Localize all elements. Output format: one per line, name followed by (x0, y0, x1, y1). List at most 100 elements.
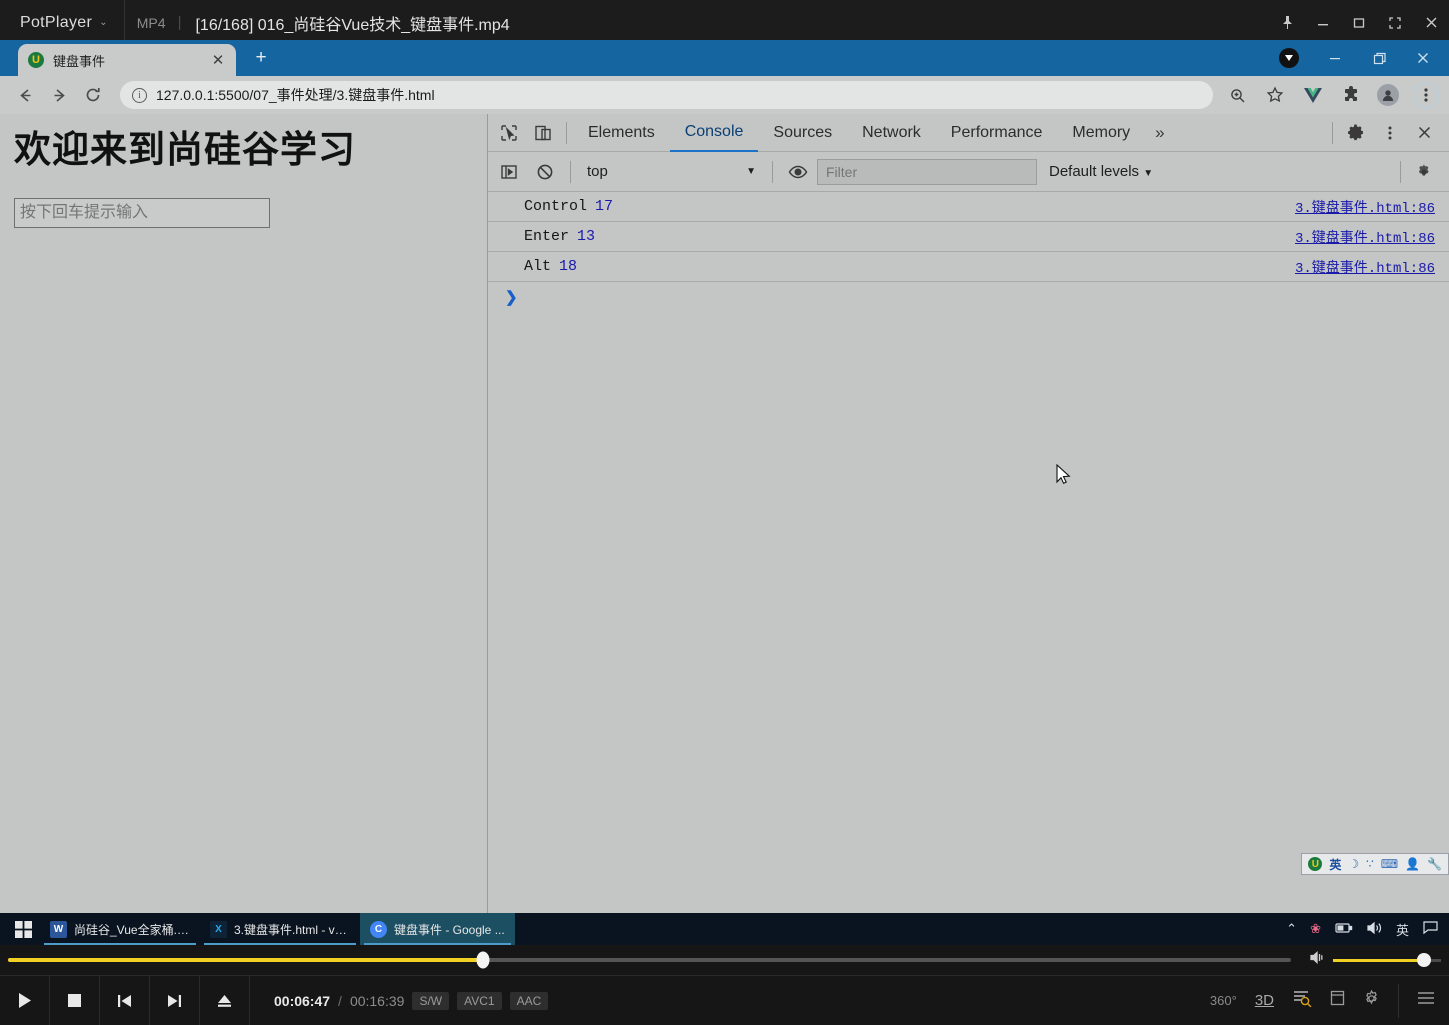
console-log-row[interactable]: Control 17 3.键盘事件.html:86 (488, 192, 1449, 222)
device-toolbar-icon[interactable] (526, 117, 560, 149)
play-icon[interactable] (0, 975, 50, 1025)
chrome-window-controls (1279, 40, 1449, 76)
controls-divider (1398, 983, 1399, 1018)
fullscreen-icon[interactable] (1377, 0, 1413, 46)
url-text: 127.0.0.1:5500/07_事件处理/3.键盘事件.html (156, 87, 435, 103)
next-icon[interactable] (150, 975, 200, 1025)
time-separator: / (338, 992, 342, 1009)
stop-icon[interactable] (50, 975, 100, 1025)
punctuation-icon[interactable]: ∵ (1366, 857, 1374, 871)
seek-handle[interactable] (476, 951, 490, 969)
user-icon[interactable]: 👤 (1405, 857, 1420, 871)
sakura-icon[interactable]: ❀ (1310, 921, 1321, 937)
bookmark-star-icon[interactable] (1263, 83, 1287, 107)
extensions-icon[interactable] (1339, 83, 1363, 107)
reload-button[interactable] (78, 80, 108, 110)
more-tabs-icon[interactable]: » (1145, 123, 1174, 143)
previous-icon[interactable] (100, 975, 150, 1025)
volume-icon[interactable] (1309, 950, 1327, 970)
restore-window-icon[interactable] (1357, 40, 1401, 76)
console-levels-select[interactable]: Default levels ▼ (1039, 163, 1163, 180)
inspect-element-icon[interactable] (492, 117, 526, 149)
seek-slider[interactable] (8, 951, 1291, 969)
eject-icon[interactable] (200, 975, 250, 1025)
playlist-icon[interactable] (1330, 990, 1345, 1011)
new-tab-button[interactable]: + (250, 47, 272, 69)
address-bar[interactable]: i 127.0.0.1:5500/07_事件处理/3.键盘事件.html (120, 81, 1213, 109)
battery-icon[interactable] (1334, 922, 1353, 937)
volume-handle[interactable] (1416, 953, 1431, 967)
volume-icon[interactable] (1366, 921, 1383, 938)
console-log-row[interactable]: Alt 18 3.键盘事件.html:86 (488, 252, 1449, 282)
console-context-select[interactable]: top ▼ (579, 159, 764, 185)
back-button[interactable] (10, 80, 40, 110)
vr360-button[interactable]: 360° (1210, 993, 1237, 1008)
console-filter-input[interactable] (817, 158, 1037, 185)
console-context-value: top (587, 163, 608, 180)
keyboard-event-input[interactable] (14, 198, 270, 229)
console-settings-icon[interactable] (1407, 156, 1441, 188)
chrome-menu-icon[interactable] (1413, 82, 1439, 108)
profile-badge-icon[interactable] (1279, 48, 1299, 68)
settings-icon[interactable] (1363, 989, 1380, 1012)
volume-control (1291, 950, 1441, 970)
tools-icon[interactable]: 🔧 (1427, 857, 1442, 871)
zoom-icon[interactable] (1225, 83, 1249, 107)
chevron-down-icon: ▼ (1143, 168, 1154, 179)
ime-tray-label[interactable]: 英 (1396, 920, 1409, 939)
console-toolbar: top ▼ Default levels ▼ (488, 152, 1449, 192)
windows-logo-icon[interactable] (6, 913, 40, 945)
tab-performance[interactable]: Performance (936, 114, 1058, 152)
minimize-window-icon[interactable] (1313, 40, 1357, 76)
console-prompt[interactable]: ❯ (488, 282, 1449, 312)
close-icon[interactable] (1413, 0, 1449, 46)
total-time: 00:16:39 (349, 992, 405, 1009)
tab-elements[interactable]: Elements (573, 114, 670, 152)
more-options-icon[interactable] (1373, 117, 1407, 149)
toolbar-divider-2 (1332, 121, 1333, 144)
moon-icon[interactable]: ☽ (1348, 857, 1359, 871)
tab-console[interactable]: Console (669, 114, 759, 152)
potplayer-app-menu[interactable]: PotPlayer ⌄ (0, 0, 124, 46)
minimize-icon[interactable] (1305, 0, 1341, 46)
show-console-sidebar-icon[interactable] (492, 156, 526, 188)
tab-network[interactable]: Network (847, 114, 936, 152)
windows-taskbar: W 尚硅谷_Vue全家桶.d... X 3.键盘事件.html - vu... … (0, 913, 1449, 945)
tab-memory[interactable]: Memory (1057, 114, 1145, 152)
console-log-row[interactable]: Enter 13 3.键盘事件.html:86 (488, 222, 1449, 252)
log-source-link[interactable]: 3.键盘事件.html:86 (1295, 197, 1435, 217)
vr3d-button[interactable]: 3D (1255, 992, 1274, 1009)
settings-gear-icon[interactable] (1339, 117, 1373, 149)
close-window-icon[interactable] (1401, 40, 1445, 76)
ime-mode-label[interactable]: 英 (1329, 856, 1341, 873)
maximize-icon[interactable] (1341, 0, 1377, 46)
chevron-up-icon[interactable]: ⌃ (1286, 921, 1297, 937)
ime-floating-toolbar[interactable]: U 英 ☽ ∵ ⌨ 👤 🔧 (1301, 853, 1449, 875)
close-tab-icon[interactable]: ✕ (210, 51, 226, 69)
close-devtools-icon[interactable] (1407, 117, 1441, 149)
potplayer-controls: 00:06:47 / 00:16:39 S/W AVC1 AAC 360° 3D (0, 945, 1449, 1025)
toolbar-actions (1225, 82, 1439, 108)
console-toolbar-divider-2 (772, 160, 773, 183)
menu-icon[interactable] (1417, 991, 1435, 1010)
pin-icon[interactable] (1269, 0, 1305, 46)
vue-devtools-icon[interactable] (1301, 83, 1325, 107)
site-info-icon[interactable]: i (132, 87, 147, 103)
tab-sources[interactable]: Sources (758, 114, 847, 152)
log-source-link[interactable]: 3.键盘事件.html:86 (1295, 257, 1435, 277)
profile-icon[interactable] (1377, 84, 1399, 106)
taskbar-item-word[interactable]: W 尚硅谷_Vue全家桶.d... (40, 913, 200, 945)
log-message: Alt (524, 258, 552, 275)
keyboard-icon[interactable]: ⌨ (1381, 857, 1398, 871)
forward-button[interactable] (44, 80, 74, 110)
taskbar-item-vscode[interactable]: X 3.键盘事件.html - vu... (200, 913, 360, 945)
search-icon[interactable] (1292, 990, 1312, 1012)
volume-slider[interactable] (1333, 953, 1441, 967)
transport-controls: 00:06:47 / 00:16:39 S/W AVC1 AAC 360° 3D (0, 975, 1449, 1025)
browser-tab[interactable]: U 键盘事件 ✕ (18, 44, 236, 76)
live-expression-icon[interactable] (781, 156, 815, 188)
log-source-link[interactable]: 3.键盘事件.html:86 (1295, 227, 1435, 247)
taskbar-item-chrome[interactable]: C 键盘事件 - Google ... (360, 913, 515, 945)
clear-console-icon[interactable] (528, 156, 562, 188)
notifications-icon[interactable] (1422, 920, 1439, 938)
